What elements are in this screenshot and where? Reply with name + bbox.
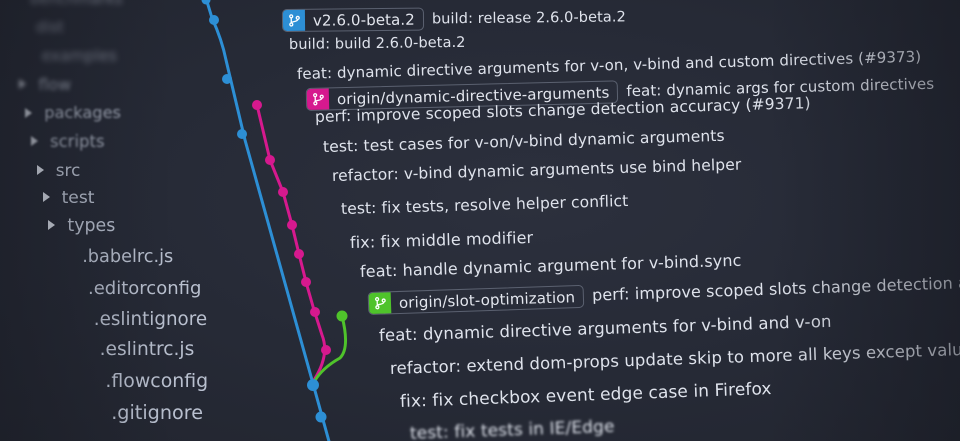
commit-dot[interactable] [307, 379, 319, 391]
commit-dot[interactable] [209, 15, 219, 25]
commit-message: build: build 2.6.0-beta.2 [288, 34, 466, 53]
ref-tag-label: v2.6.0-beta.2 [312, 10, 415, 30]
tree-item[interactable]: src [36, 159, 81, 180]
tree-item-label: .gitignore [111, 400, 204, 424]
tree-item-label: test [61, 188, 95, 209]
ref-tag[interactable]: v2.6.0-beta.2 [281, 7, 425, 32]
tree-item[interactable]: .babelrc.js [82, 247, 173, 267]
tree-item-label: examples [41, 46, 117, 65]
commit-row[interactable]: fix: fix middle modifier [350, 228, 534, 252]
tree-item-label: types [67, 216, 116, 237]
commit-row[interactable]: feat: dynamic directive arguments for v-… [379, 312, 832, 345]
commit-row[interactable]: refactor: extend dom-props update skip t… [390, 340, 960, 378]
tree-item-label: .flowconfig [105, 369, 209, 392]
commit-row[interactable]: build: build 2.6.0-beta.2 [289, 35, 466, 53]
tree-item[interactable]: types [48, 216, 115, 236]
commit-message: fix: fix middle modifier [349, 227, 534, 252]
commit-dot[interactable] [265, 155, 275, 165]
tree-item-label: benchmarks [30, 0, 122, 8]
tree-item[interactable]: packages [25, 103, 121, 122]
tree-item[interactable]: benchmarks [30, 0, 122, 8]
tree-item-label: packages [44, 103, 121, 123]
dynamic-args-branch-line [255, 103, 327, 382]
commit-message: perf: improve scoped slots change detect… [591, 271, 960, 305]
commit-message: test: fix tests, resolve helper conflict [340, 191, 629, 218]
commit-row[interactable]: feat: handle dynamic argument for v-bind… [360, 251, 742, 281]
commit-dot[interactable] [321, 345, 331, 355]
commit-message: refactor: v-bind dynamic arguments use b… [331, 155, 742, 185]
tree-item-label: .babelrc.js [82, 247, 174, 268]
commit-dot[interactable] [278, 187, 288, 197]
tree-item[interactable]: .gitignore [111, 401, 203, 424]
commit-row[interactable]: fix: fix checkbox event edge case in Fir… [400, 379, 772, 412]
tree-item-label: src [55, 159, 81, 180]
git-branch-icon [368, 292, 392, 314]
slot-optimization-branch-line [312, 314, 347, 384]
commit-row[interactable]: v2.6.0-beta.2 build: release 2.6.0-beta.2 [281, 5, 626, 32]
tree-item-label: dist [35, 18, 64, 37]
tree-item-label: flow [38, 74, 72, 94]
commit-dot[interactable] [201, 0, 211, 5]
tree-item-label: .editorconfig [88, 277, 202, 299]
commit-dot[interactable] [222, 74, 232, 84]
commit-message: test: fix tests in IE/Edge [409, 416, 615, 441]
git-branch-icon [282, 9, 306, 31]
tree-item[interactable]: test [42, 188, 95, 209]
tree-item-label: scripts [50, 131, 105, 151]
triangle-right-icon[interactable] [31, 136, 38, 146]
commit-row[interactable]: test: fix tests, resolve helper conflict [341, 192, 629, 218]
commit-row[interactable]: test: test cases for v-on/v-bind dynamic… [323, 127, 725, 156]
commit-dot[interactable] [252, 100, 262, 110]
commit-dot[interactable] [287, 220, 297, 230]
git-history-view: benchmarks dist examples flow packages script… [0, 0, 960, 441]
tree-item[interactable]: examples [42, 47, 117, 65]
tree-item[interactable]: scripts [31, 132, 105, 151]
triangle-right-icon[interactable] [19, 79, 27, 90]
commit-dot[interactable] [336, 310, 348, 322]
commit-message: feat: handle dynamic argument for v-bind… [359, 250, 742, 281]
commit-message: test: test cases for v-on/v-bind dynamic… [322, 126, 725, 156]
commit-dot[interactable] [301, 277, 311, 287]
ref-tag[interactable]: origin/slot-optimization [367, 284, 585, 315]
commit-dot[interactable] [237, 129, 247, 139]
commit-row[interactable]: test: fix tests in IE/Edge [410, 417, 615, 441]
commit-message: fix: fix checkbox event edge case in Fir… [399, 379, 772, 412]
tree-item[interactable]: flow [19, 75, 71, 94]
triangle-right-icon[interactable] [42, 192, 50, 203]
tree-item[interactable]: .eslintrc.js [100, 339, 195, 360]
commit-dot[interactable] [294, 249, 304, 259]
triangle-right-icon[interactable] [25, 107, 33, 118]
tree-item[interactable]: .eslintignore [94, 309, 207, 330]
commit-dot[interactable] [310, 307, 320, 317]
tree-item[interactable]: .flowconfig [105, 370, 208, 392]
commit-message: refactor: extend dom-props update skip t… [389, 339, 960, 378]
tree-item-label: .eslintignore [93, 308, 208, 330]
commit-dot[interactable] [315, 411, 327, 423]
tree-item-label: .eslintrc.js [99, 339, 195, 361]
triangle-right-icon[interactable] [48, 220, 56, 231]
commit-message: feat: dynamic directive arguments for v-… [378, 311, 832, 345]
triangle-right-icon[interactable] [36, 164, 44, 175]
tree-item[interactable]: .editorconfig [88, 278, 201, 299]
commit-row[interactable]: refactor: v-bind dynamic arguments use b… [332, 156, 742, 185]
commit-message: build: release 2.6.0-beta.2 [431, 8, 626, 27]
tree-item[interactable]: dist [36, 18, 64, 36]
ref-tag-label: origin/slot-optimization [398, 287, 576, 312]
